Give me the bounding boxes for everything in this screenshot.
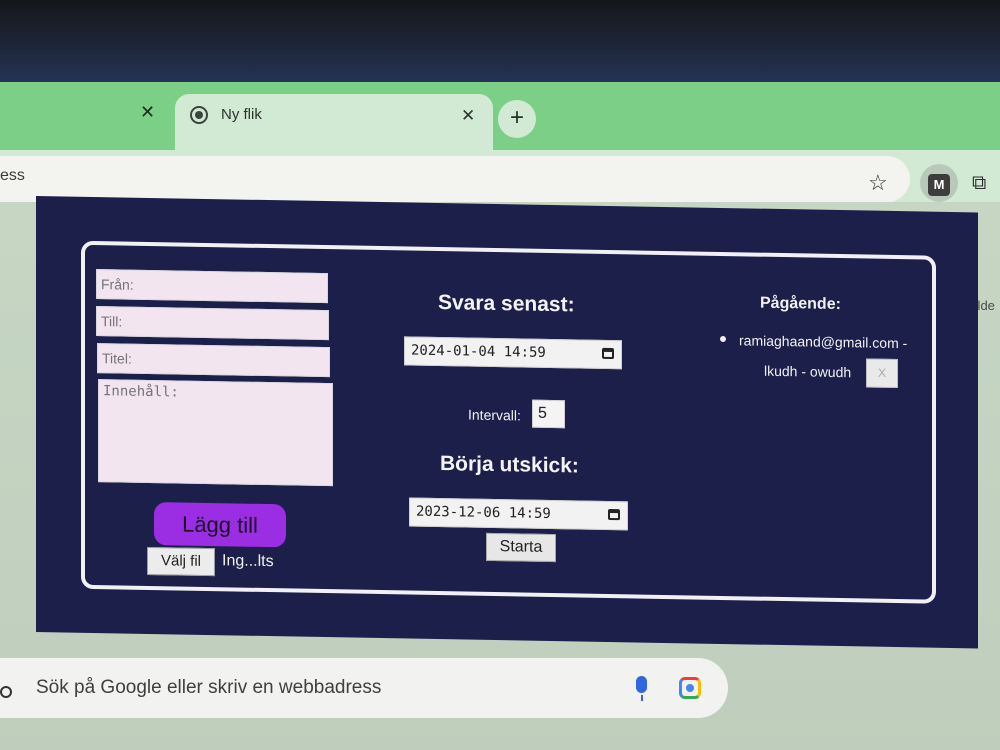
reply-by-datetime[interactable]: 2024-01-04 14:59 bbox=[404, 336, 622, 370]
tab-new-tab[interactable]: Ny flik ✕ bbox=[175, 94, 493, 152]
interval-label: Intervall: bbox=[468, 406, 521, 424]
google-lens-icon[interactable] bbox=[679, 677, 701, 699]
start-button[interactable]: Starta bbox=[486, 532, 556, 563]
extensions-puzzle-icon[interactable]: ⧉ bbox=[972, 172, 986, 195]
close-icon[interactable]: ✕ bbox=[461, 106, 475, 126]
choose-file-button[interactable]: Välj fil bbox=[147, 546, 215, 577]
address-text: ess bbox=[0, 167, 25, 184]
extension-m-icon[interactable]: M bbox=[928, 174, 950, 196]
ongoing-item-subject: lkudh - owudh bbox=[764, 362, 852, 381]
reply-by-value: 2024-01-04 14:59 bbox=[411, 342, 546, 361]
reply-by-heading: Svara senast: bbox=[438, 291, 575, 317]
ongoing-item-delete-button[interactable]: X bbox=[866, 358, 898, 389]
file-status-text: Ing...lts bbox=[222, 552, 274, 571]
close-icon[interactable]: ✕ bbox=[140, 102, 155, 123]
microphone-icon[interactable] bbox=[636, 676, 647, 701]
address-bar[interactable]: ess bbox=[0, 156, 910, 202]
start-value: 2023-12-06 14:59 bbox=[416, 503, 551, 522]
mail-scheduler-app: Lägg till Välj fil Ing...lts Svara senas… bbox=[36, 196, 978, 649]
chrome-icon bbox=[190, 106, 208, 124]
to-input[interactable] bbox=[96, 306, 329, 341]
google-search-placeholder: Sök på Google eller skriv en webbadress bbox=[36, 677, 382, 698]
tab-title: Ny flik bbox=[221, 106, 262, 123]
calendar-icon[interactable] bbox=[608, 508, 620, 521]
calendar-icon[interactable] bbox=[602, 347, 614, 360]
search-icon bbox=[0, 686, 12, 698]
ongoing-item-email: ramiaghaand@gmail.com - bbox=[739, 332, 908, 352]
title-input[interactable] bbox=[97, 343, 330, 378]
monitor-bezel bbox=[0, 0, 1000, 90]
ongoing-heading: Pågående: bbox=[760, 294, 841, 314]
tab-previous[interactable]: ✕ bbox=[0, 92, 175, 140]
bookmark-star-icon[interactable]: ☆ bbox=[868, 172, 888, 194]
new-tab-button[interactable]: + bbox=[498, 100, 536, 138]
content-textarea[interactable] bbox=[98, 379, 333, 487]
interval-input[interactable]: 5 bbox=[532, 399, 565, 429]
list-bullet bbox=[720, 335, 726, 343]
add-button[interactable]: Lägg till bbox=[154, 502, 286, 548]
start-heading: Börja utskick: bbox=[440, 452, 579, 478]
google-search-box[interactable]: Sök på Google eller skriv en webbadress bbox=[0, 658, 728, 718]
start-datetime[interactable]: 2023-12-06 14:59 bbox=[409, 497, 628, 531]
from-input[interactable] bbox=[96, 269, 328, 304]
